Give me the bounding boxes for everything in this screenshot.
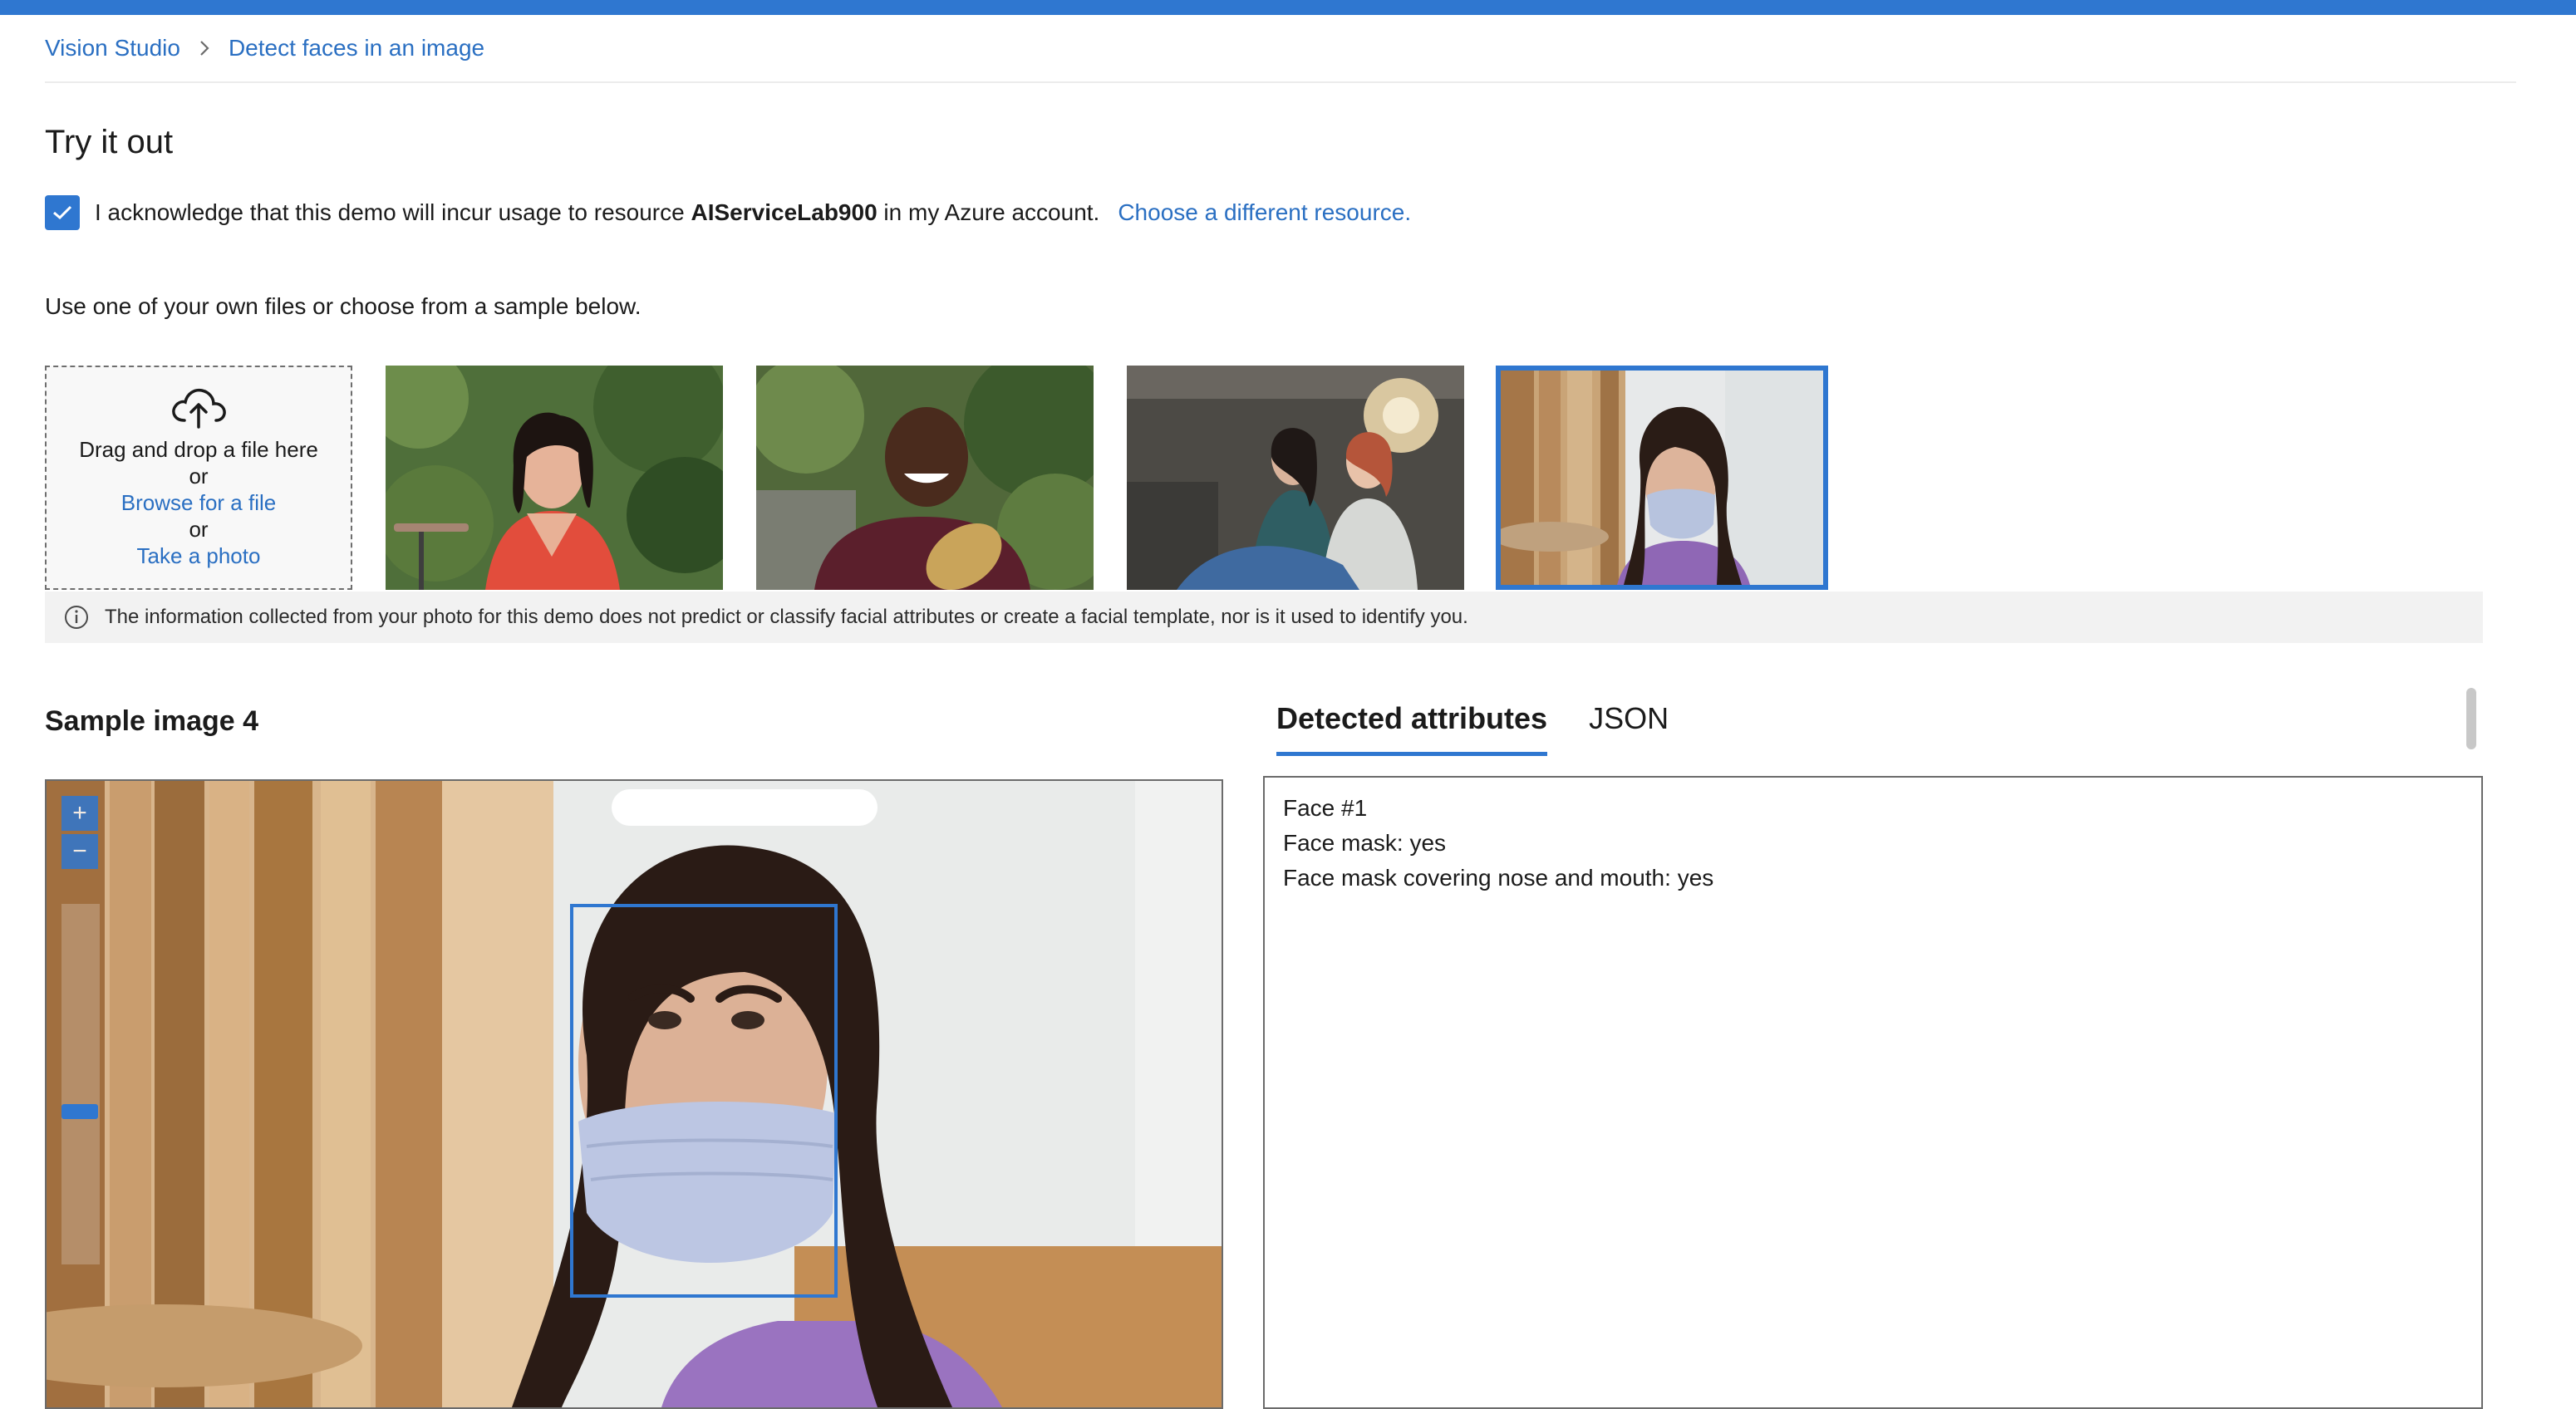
sample-photo-3 (1127, 366, 1464, 590)
result-tabs: Detected attributes JSON (1276, 698, 1669, 756)
zoom-slider-handle[interactable] (61, 1104, 98, 1119)
top-accent-bar (0, 0, 2576, 15)
drag-drop-text: Drag and drop a file here (79, 437, 318, 462)
choose-resource-link[interactable]: Choose a different resource. (1118, 199, 1411, 226)
info-icon (63, 604, 90, 631)
header-divider (45, 81, 2516, 83)
image-preview: + − (45, 779, 1223, 1409)
chevron-right-icon (199, 39, 210, 57)
zoom-out-button[interactable]: − (61, 834, 98, 869)
sample-thumbnail-3[interactable] (1127, 366, 1464, 590)
breadcrumb-vision-studio[interactable]: Vision Studio (45, 35, 180, 61)
or-text: or (189, 517, 209, 542)
result-line: Face mask covering nose and mouth: yes (1283, 865, 1714, 891)
acknowledge-text: I acknowledge that this demo will incur … (95, 199, 1100, 225)
acknowledge-row: I acknowledge that this demo will incur … (45, 194, 1411, 231)
privacy-info-bar: The information collected from your phot… (45, 592, 2483, 643)
scrollbar-thumb[interactable] (2466, 688, 2476, 749)
browse-file-link[interactable]: Browse for a file (121, 489, 276, 516)
result-line: Face #1 (1283, 795, 1368, 821)
tabs-scrollbar[interactable] (2460, 685, 2483, 756)
preview-photo (47, 781, 1222, 1407)
tab-json[interactable]: JSON (1589, 698, 1669, 756)
zoom-slider[interactable] (61, 904, 100, 1264)
or-text: or (189, 464, 209, 488)
upload-instruction: Use one of your own files or choose from… (45, 293, 642, 319)
sample-thumbnail-2[interactable] (756, 366, 1094, 590)
sample-thumbnail-1[interactable] (386, 366, 723, 590)
sample-photo-1 (386, 366, 723, 590)
cloud-upload-icon (168, 384, 229, 436)
file-dropzone[interactable]: Drag and drop a file here or Browse for … (45, 366, 352, 590)
sample-thumbnail-4[interactable] (1496, 366, 1828, 590)
breadcrumb-detect-faces[interactable]: Detect faces in an image (229, 35, 484, 61)
acknowledge-checkbox[interactable] (45, 195, 80, 230)
tab-detected-attributes[interactable]: Detected attributes (1276, 698, 1548, 756)
page-title: Try it out (45, 124, 174, 160)
checkmark-icon (53, 205, 72, 220)
sample-photo-4 (1501, 371, 1823, 585)
zoom-in-button[interactable]: + (61, 796, 98, 831)
breadcrumb: Vision Studio Detect faces in an image (45, 32, 484, 65)
preview-title: Sample image 4 (45, 705, 259, 737)
result-line: Face mask: yes (1283, 830, 1447, 856)
zoom-controls: + − (61, 796, 100, 872)
detected-attributes-panel: Face #1 Face mask: yes Face mask coverin… (1263, 776, 2483, 1409)
take-photo-link[interactable]: Take a photo (137, 542, 261, 569)
resource-name: AIServiceLab900 (691, 199, 878, 225)
privacy-info-text: The information collected from your phot… (105, 606, 1468, 628)
sample-photo-2 (756, 366, 1094, 590)
